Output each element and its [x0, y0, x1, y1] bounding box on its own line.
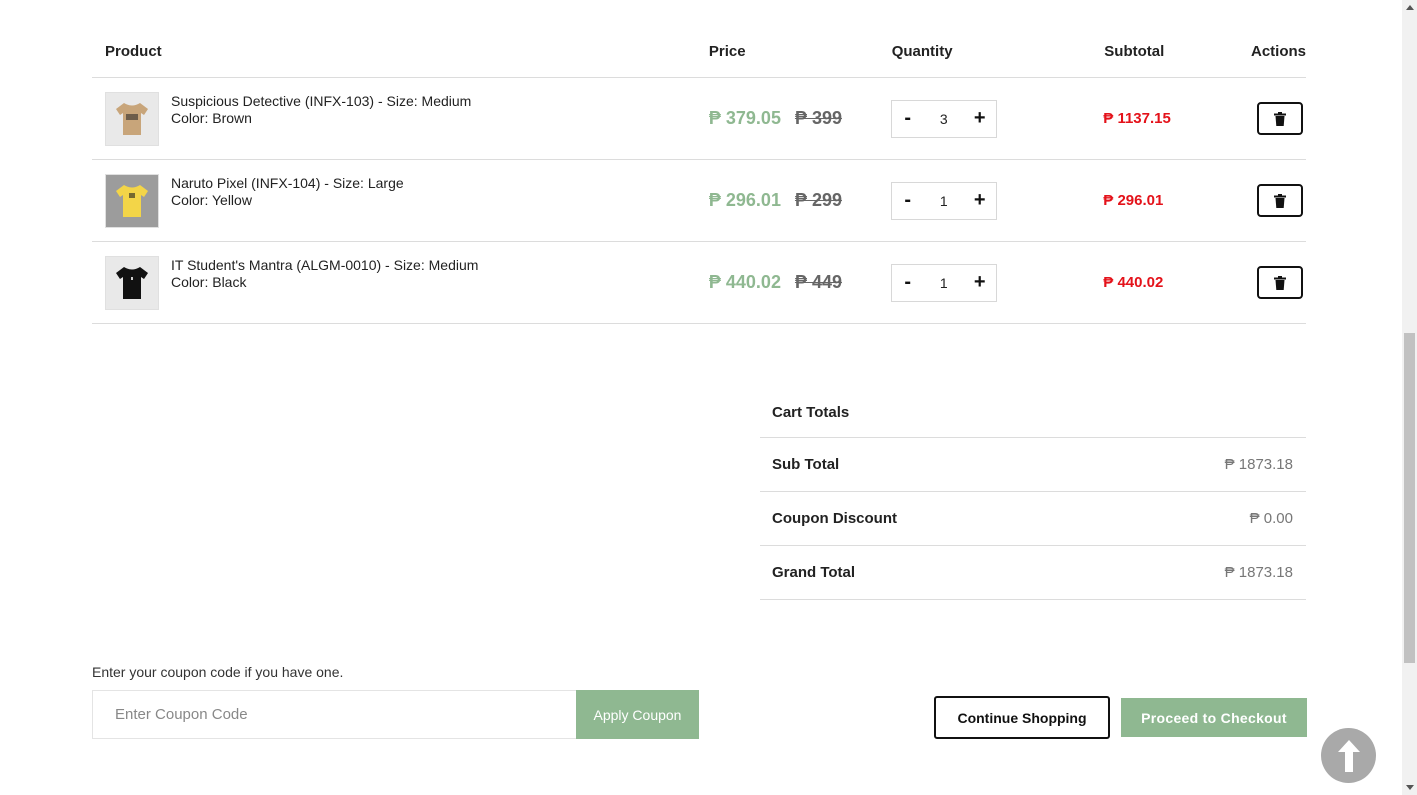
row-subtotal: ₱ 296.01 — [1103, 192, 1164, 209]
product-thumbnail[interactable] — [105, 91, 159, 146]
cart-table: Product Price Quantity Subtotal Actions — [92, 26, 1306, 324]
price: ₱ 440.02 ₱ 449 — [696, 272, 879, 293]
sale-price: ₱ 379.05 — [708, 108, 781, 128]
product-name[interactable]: Naruto Pixel (INFX-104) - Size: Large — [171, 175, 404, 192]
product-thumbnail[interactable] — [105, 255, 159, 310]
subtotal-cell: ₱ 1137.15 — [1091, 77, 1238, 160]
product-cell: IT Student's Mantra (ALGM-0010) - Size: … — [92, 241, 696, 324]
quantity-value[interactable]: 3 — [924, 111, 964, 127]
delete-button[interactable] — [1256, 266, 1303, 299]
product-color: Color: Brown — [171, 109, 252, 126]
grand-total-label: Grand Total — [772, 564, 856, 581]
header-quantity: Quantity — [878, 26, 1092, 78]
table-row: Naruto Pixel (INFX-104) - Size: Large Co… — [92, 159, 1306, 242]
apply-coupon-button[interactable]: Apply Coupon — [576, 690, 699, 739]
quantity-stepper: - 3 + — [890, 99, 997, 138]
scrollbar-thumb[interactable] — [1404, 333, 1415, 663]
header-actions: Actions — [1237, 26, 1306, 78]
decrement-button[interactable]: - — [892, 271, 924, 294]
trash-icon — [1273, 111, 1286, 126]
grand-total-value: ₱ 1873.18 — [1224, 564, 1293, 581]
coupon-form: Apply Coupon — [92, 690, 699, 739]
quantity-value[interactable]: 1 — [924, 193, 964, 209]
coupon-discount-row: Coupon Discount ₱ 0.00 — [760, 492, 1306, 546]
price: ₱ 296.01 ₱ 299 — [696, 190, 879, 211]
coupon-discount-label: Coupon Discount — [772, 510, 897, 527]
sub-total-row: Sub Total ₱ 1873.18 — [760, 438, 1306, 492]
proceed-to-checkout-button[interactable]: Proceed to Checkout — [1121, 698, 1307, 737]
scroll-up-arrow-icon[interactable] — [1402, 0, 1417, 15]
cart-page: Product Price Quantity Subtotal Actions — [0, 0, 1402, 795]
price-cell: ₱ 379.05 ₱ 399 — [695, 77, 879, 160]
subtotal-cell: ₱ 296.01 — [1091, 159, 1238, 242]
sale-price: ₱ 440.02 — [708, 272, 781, 292]
sub-total-label: Sub Total — [772, 456, 840, 473]
quantity-value[interactable]: 1 — [924, 275, 964, 291]
actions-cell — [1237, 241, 1306, 324]
row-subtotal: ₱ 1137.15 — [1103, 110, 1171, 127]
subtotal-cell: ₱ 440.02 — [1091, 241, 1238, 324]
header-price: Price — [695, 26, 879, 78]
coupon-hint: Enter your coupon code if you have one. — [92, 664, 344, 680]
price-cell: ₱ 440.02 ₱ 449 — [695, 241, 879, 324]
scroll-to-top-button[interactable] — [1321, 728, 1376, 783]
increment-button[interactable]: + — [964, 189, 996, 212]
increment-button[interactable]: + — [964, 107, 996, 130]
arrow-up-icon — [1337, 739, 1360, 772]
trash-icon — [1273, 193, 1286, 208]
trash-icon — [1273, 275, 1286, 290]
product-thumbnail[interactable] — [105, 173, 159, 228]
vertical-scrollbar[interactable] — [1402, 0, 1417, 795]
tshirt-icon — [116, 266, 148, 299]
quantity-cell: - 1 + — [878, 241, 1092, 324]
actions-cell — [1237, 77, 1306, 160]
sale-price: ₱ 296.01 — [708, 190, 781, 210]
increment-button[interactable]: + — [964, 271, 996, 294]
price-cell: ₱ 296.01 ₱ 299 — [695, 159, 879, 242]
product-info: IT Student's Mantra (ALGM-0010) - Size: … — [92, 255, 696, 310]
grand-total-row: Grand Total ₱ 1873.18 — [760, 546, 1306, 600]
product-name[interactable]: IT Student's Mantra (ALGM-0010) - Size: … — [171, 257, 478, 274]
product-cell: Suspicious Detective (INFX-103) - Size: … — [92, 77, 696, 160]
coupon-discount-value: ₱ 0.00 — [1249, 510, 1293, 527]
actions-cell — [1237, 159, 1306, 242]
quantity-cell: - 1 + — [878, 159, 1092, 242]
header-product: Product — [92, 26, 696, 78]
product-color: Color: Black — [171, 273, 247, 290]
continue-shopping-button[interactable]: Continue Shopping — [934, 696, 1110, 739]
delete-button[interactable] — [1256, 184, 1303, 217]
original-price: ₱ 399 — [794, 108, 842, 128]
product-info: Suspicious Detective (INFX-103) - Size: … — [92, 91, 696, 146]
coupon-input[interactable] — [92, 690, 576, 739]
product-text: IT Student's Mantra (ALGM-0010) - Size: … — [171, 257, 478, 291]
quantity-stepper: - 1 + — [890, 263, 997, 302]
quantity-cell: - 3 + — [878, 77, 1092, 160]
quantity-stepper: - 1 + — [890, 181, 997, 220]
sub-total-value: ₱ 1873.18 — [1224, 456, 1293, 473]
price: ₱ 379.05 ₱ 399 — [696, 108, 879, 129]
row-subtotal: ₱ 440.02 — [1103, 274, 1164, 291]
product-name[interactable]: Suspicious Detective (INFX-103) - Size: … — [171, 93, 471, 110]
product-text: Naruto Pixel (INFX-104) - Size: Large Co… — [171, 175, 404, 209]
tshirt-icon — [116, 184, 148, 217]
original-price: ₱ 449 — [794, 272, 842, 292]
decrement-button[interactable]: - — [892, 189, 924, 212]
table-header-row: Product Price Quantity Subtotal Actions — [92, 26, 1306, 78]
original-price: ₱ 299 — [794, 190, 842, 210]
product-cell: Naruto Pixel (INFX-104) - Size: Large Co… — [92, 159, 696, 242]
table-row: Suspicious Detective (INFX-103) - Size: … — [92, 77, 1306, 160]
decrement-button[interactable]: - — [892, 107, 924, 130]
product-color: Color: Yellow — [171, 191, 252, 208]
product-info: Naruto Pixel (INFX-104) - Size: Large Co… — [92, 173, 696, 228]
scroll-down-arrow-icon[interactable] — [1402, 780, 1417, 795]
table-row: IT Student's Mantra (ALGM-0010) - Size: … — [92, 241, 1306, 324]
cart-totals-title: Cart Totals — [760, 386, 1306, 438]
tshirt-icon — [116, 102, 148, 135]
header-subtotal: Subtotal — [1091, 26, 1238, 78]
cart-totals: Cart Totals Sub Total ₱ 1873.18 Coupon D… — [760, 386, 1306, 600]
product-text: Suspicious Detective (INFX-103) - Size: … — [171, 93, 471, 127]
delete-button[interactable] — [1256, 102, 1303, 135]
